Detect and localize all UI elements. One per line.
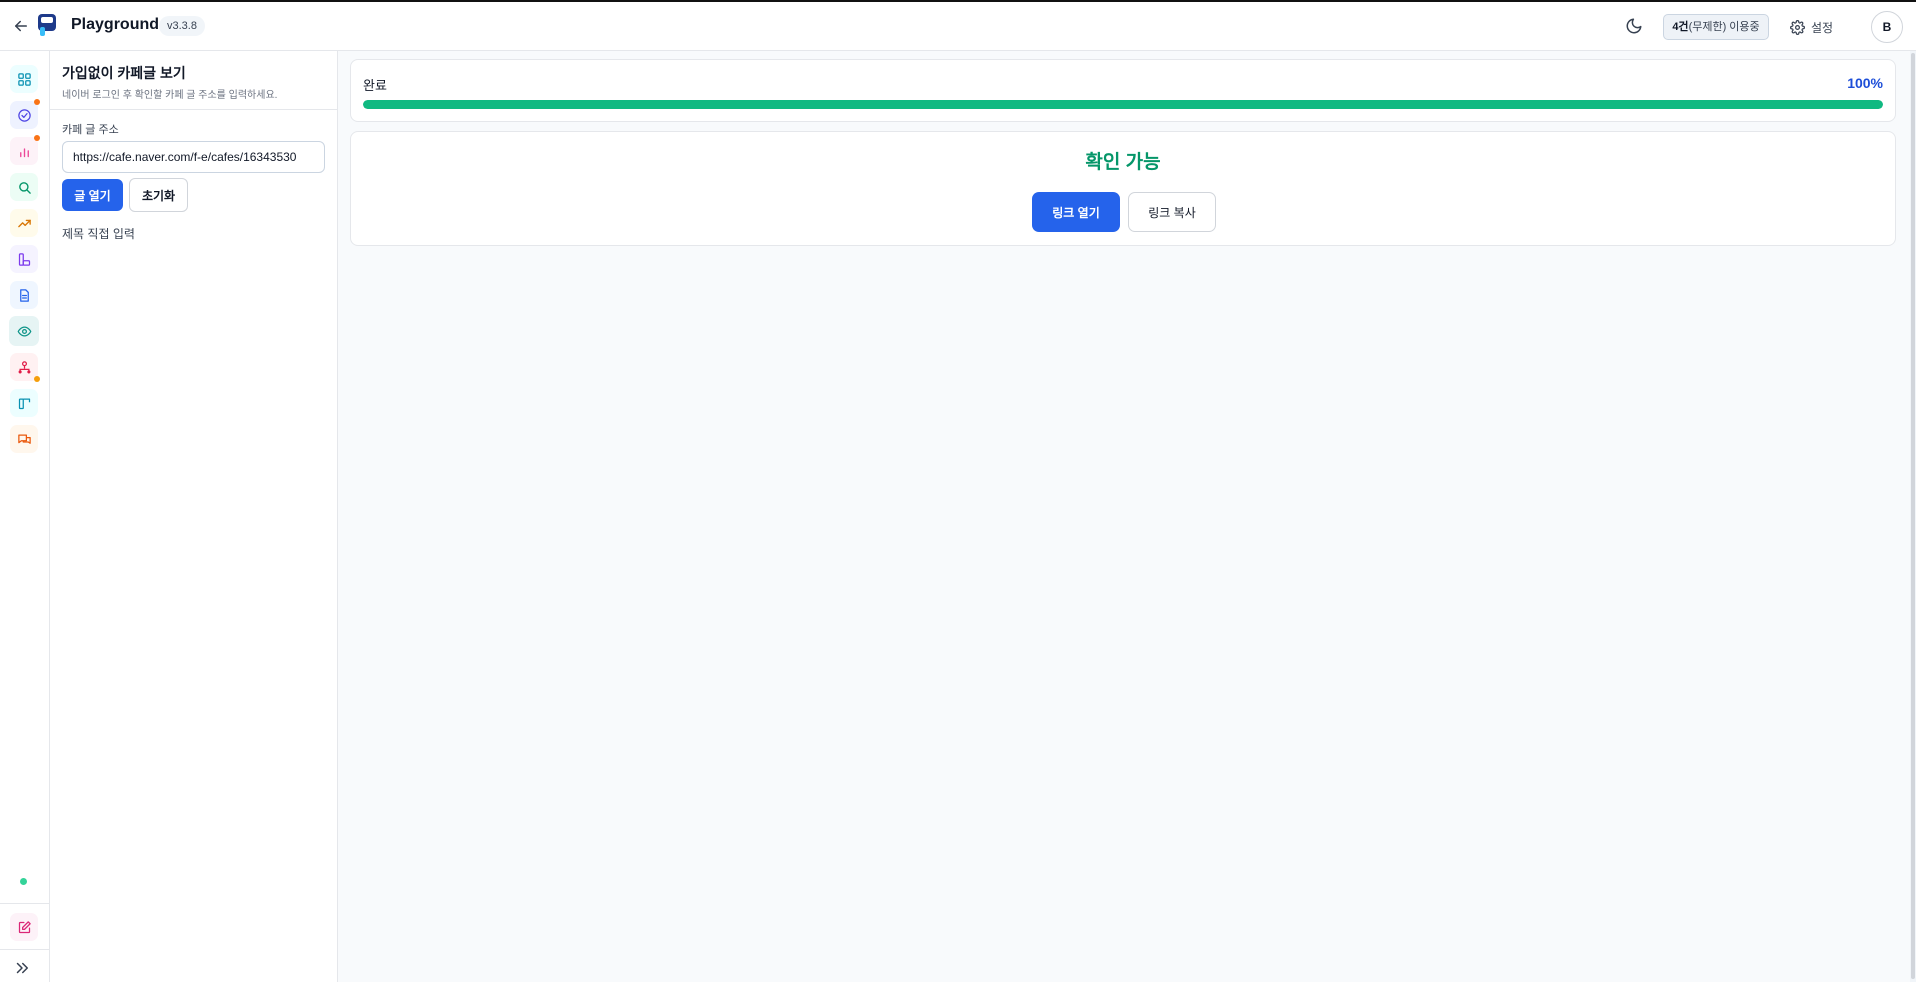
url-field-label: 카페 글 주소 [62, 124, 119, 136]
scrollbar-thumb[interactable] [1911, 53, 1915, 979]
top-bar: Playground v3.3.8 4건(무제한) 이용중 설정 B [0, 0, 1916, 51]
open-post-button[interactable]: 글 열기 [62, 179, 123, 211]
notification-dot [34, 135, 40, 141]
usage-status: (무제한) 이용중 [1688, 21, 1760, 33]
settings-label: 설정 [1811, 20, 1834, 35]
panel-icon [18, 398, 30, 409]
rail-item-check[interactable] [10, 99, 40, 129]
cafe-url-input[interactable] [62, 141, 325, 173]
check-circle-icon [17, 108, 31, 122]
trending-up-icon [17, 219, 31, 227]
rail-item-search[interactable] [10, 173, 38, 201]
rail-item-layout[interactable] [10, 245, 38, 273]
app-title: Playground [71, 16, 160, 33]
rail-item-cafe-viewer[interactable] [9, 316, 39, 346]
panel-divider [50, 109, 338, 110]
rail-item-panel[interactable] [10, 389, 38, 417]
reset-button[interactable]: 초기화 [129, 178, 188, 212]
layout-icon [18, 252, 30, 266]
bar-chart-icon [19, 147, 29, 157]
cafe-viewer-panel: 가입없이 카페글 보기 네이버 로그인 후 확인할 카페 글 주소를 입력하세요… [50, 51, 338, 982]
notification-dot [34, 99, 40, 105]
rail-divider [0, 903, 50, 904]
rail-item-chat[interactable] [10, 425, 38, 453]
connection-status-dot [20, 878, 27, 885]
open-link-button[interactable]: 링크 열기 [1032, 192, 1120, 232]
page-scrollbar[interactable] [1910, 51, 1916, 982]
rail-item-document[interactable] [10, 281, 38, 309]
rail-item-stats[interactable] [10, 135, 40, 165]
manual-title-toggle[interactable]: 제목 직접 입력 [62, 225, 135, 242]
result-card: 확인 가능 링크 열기 링크 복사 [350, 131, 1896, 246]
back-arrow-icon[interactable] [12, 17, 30, 35]
rail-divider [0, 949, 50, 950]
rail-item-edit[interactable] [10, 913, 38, 941]
rail-item-network[interactable] [10, 353, 40, 382]
avatar[interactable]: B [1871, 11, 1903, 43]
icon-rail [0, 51, 50, 982]
expand-sidebar-button[interactable] [13, 959, 31, 977]
chat-icon [17, 434, 31, 444]
progress-card: 완료 100% [350, 59, 1896, 122]
result-status: 확인 가능 [1085, 152, 1161, 173]
dark-mode-toggle[interactable] [1625, 17, 1645, 37]
eye-icon [17, 326, 31, 336]
panel-title: 가입없이 카페글 보기 [62, 65, 186, 81]
settings-button[interactable]: 설정 [1790, 17, 1833, 37]
usage-badge[interactable]: 4건(무제한) 이용중 [1663, 14, 1769, 40]
rail-item-trends[interactable] [10, 209, 38, 237]
network-icon [18, 360, 30, 373]
edit-icon [18, 920, 31, 933]
progress-label: 완료 [363, 78, 387, 93]
document-icon [19, 288, 29, 302]
app-logo-icon [38, 14, 58, 36]
chevrons-right-icon [16, 962, 28, 974]
grid-icon [17, 72, 31, 86]
progress-bar [363, 100, 1883, 109]
progress-percent: 100% [1847, 75, 1883, 91]
search-icon [18, 181, 31, 194]
copy-link-button[interactable]: 링크 복사 [1128, 192, 1216, 232]
gear-icon [1790, 19, 1805, 35]
version-badge: v3.3.8 [159, 16, 205, 36]
usage-count: 4건 [1672, 21, 1689, 33]
rail-item-dashboard[interactable] [10, 65, 38, 93]
notification-dot [34, 376, 40, 382]
panel-subtitle: 네이버 로그인 후 확인할 카페 글 주소를 입력하세요. [62, 90, 278, 101]
progress-bar-fill [363, 100, 1883, 109]
moon-icon [1626, 18, 1642, 34]
